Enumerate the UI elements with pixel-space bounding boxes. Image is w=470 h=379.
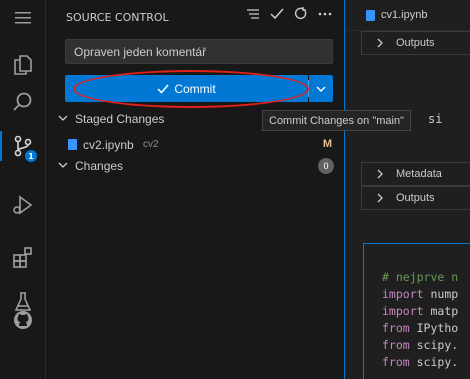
chevron-right-icon <box>377 193 383 203</box>
editor-tab[interactable]: cv1.ipynb <box>346 0 470 31</box>
check-icon <box>157 84 169 94</box>
refresh-icon[interactable] <box>293 6 309 22</box>
outputs-label: Outputs <box>396 37 435 49</box>
code-line: import nump <box>382 287 459 301</box>
code-line: # nejprve n <box>382 270 459 284</box>
code-line: import matp <box>382 304 459 318</box>
chevron-right-icon <box>377 38 383 48</box>
file-directory: cv2 <box>143 139 159 150</box>
github-icon[interactable] <box>0 300 46 340</box>
chevron-right-icon <box>377 169 383 179</box>
code-cell[interactable]: # nejprve n import nump import matp from… <box>363 243 470 379</box>
file-name: cv2.ipynb <box>83 138 134 152</box>
changes-label: Changes <box>75 159 124 173</box>
commit-check-icon[interactable] <box>269 6 285 22</box>
chevron-down-icon <box>58 115 68 121</box>
editor-area: cv1.ipynb Outputs si Metadata Outputs # … <box>346 0 470 379</box>
code-fragment: si <box>428 112 443 126</box>
explorer-icon[interactable] <box>0 45 46 85</box>
activity-bar: 1 <box>0 0 46 379</box>
chevron-down-icon <box>316 86 326 92</box>
commit-button[interactable]: Commit <box>65 75 308 102</box>
notebook-file-icon <box>366 10 375 21</box>
commit-dropdown-button[interactable] <box>309 75 333 102</box>
more-actions-icon[interactable] <box>317 6 333 22</box>
extensions-icon[interactable] <box>0 237 46 277</box>
staged-file-item[interactable]: cv2.ipynb cv2 M <box>46 134 345 156</box>
notebook-file-icon <box>68 139 77 150</box>
commit-message-input[interactable]: Opraven jeden komentář <box>65 39 333 64</box>
file-status: M <box>322 138 332 150</box>
code-line: from IPytho <box>382 321 459 335</box>
scm-badge: 1 <box>25 150 37 162</box>
commit-tooltip: Commit Changes on "main" <box>262 110 411 131</box>
staged-changes-label: Staged Changes <box>75 112 165 126</box>
run-debug-icon[interactable] <box>0 185 46 225</box>
panel-header: SOURCE CONTROL <box>46 0 345 35</box>
metadata-label: Metadata <box>396 168 442 180</box>
active-indicator <box>0 131 2 161</box>
outputs-row-2[interactable]: Outputs <box>361 186 470 210</box>
view-as-tree-icon[interactable] <box>245 6 261 22</box>
changes-header[interactable]: Changes 0 <box>46 155 345 177</box>
chevron-down-icon <box>58 162 68 168</box>
outputs-row[interactable]: Outputs <box>361 31 470 55</box>
panel-actions <box>245 6 333 22</box>
source-control-icon[interactable]: 1 <box>0 126 46 166</box>
code-line: from scipy. <box>382 338 459 352</box>
changes-count-badge: 0 <box>318 158 334 174</box>
commit-button-label: Commit <box>174 81 216 96</box>
search-icon[interactable] <box>0 82 46 122</box>
outputs-label-2: Outputs <box>396 192 435 204</box>
metadata-row[interactable]: Metadata <box>361 162 470 186</box>
code-line: from scipy. <box>382 355 459 369</box>
menu-icon[interactable] <box>0 0 46 35</box>
tab-label: cv1.ipynb <box>381 9 428 21</box>
source-control-panel: SOURCE CONTROL Opraven jeden komentář Co… <box>46 0 345 379</box>
panel-title: SOURCE CONTROL <box>66 11 169 24</box>
